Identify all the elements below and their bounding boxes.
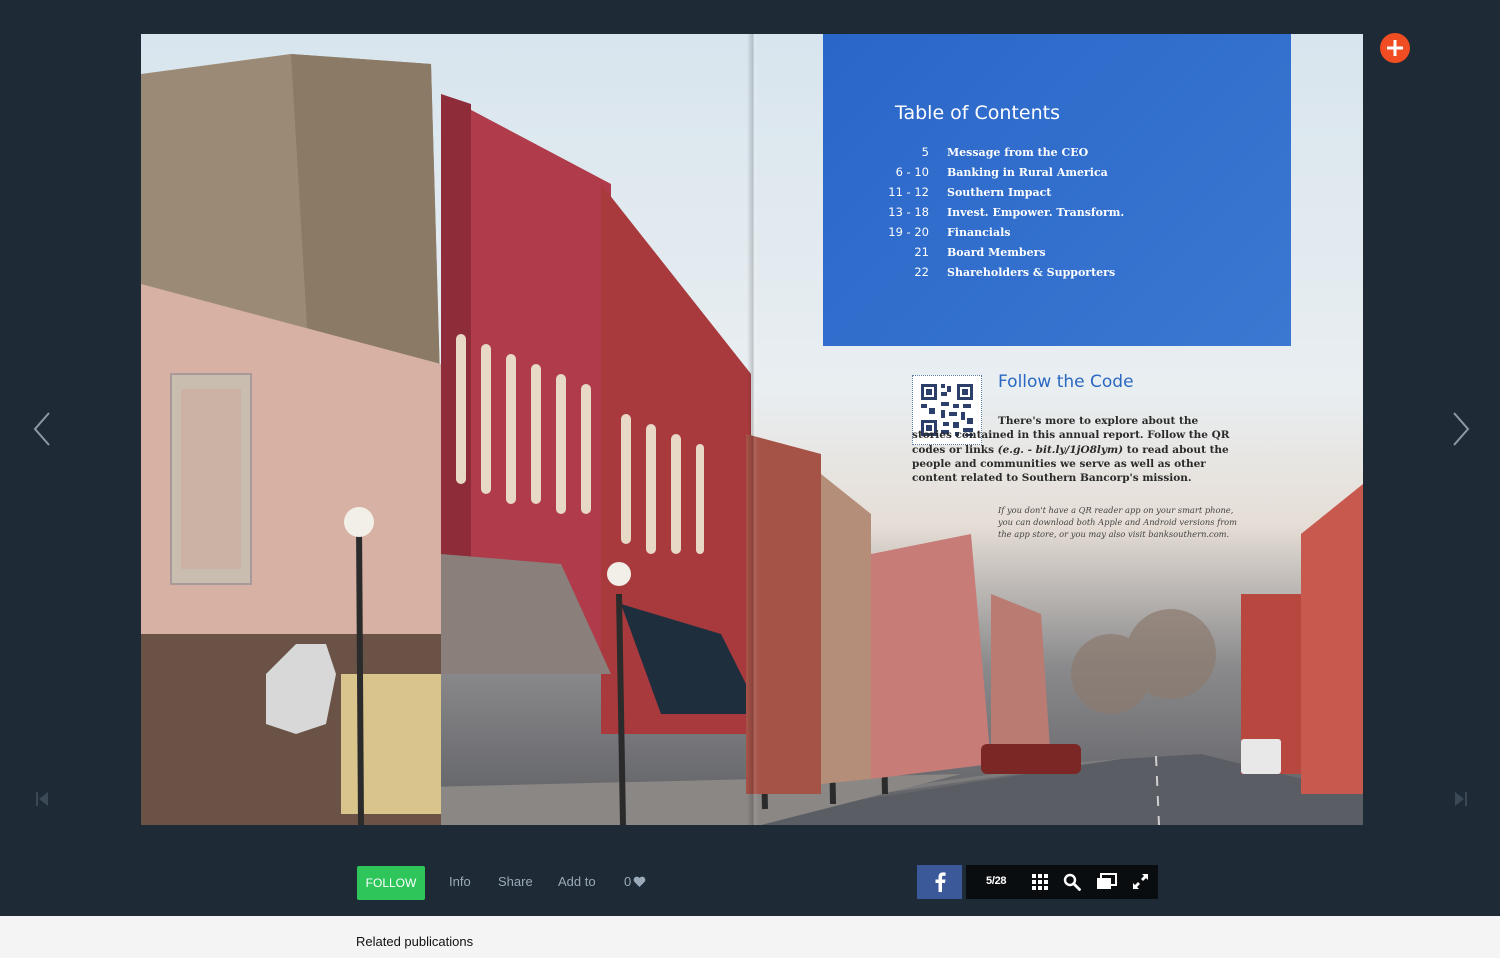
like-count: 0 xyxy=(624,874,632,889)
follow-button[interactable]: FOLLOW xyxy=(357,866,425,900)
add-to-link[interactable]: Add to xyxy=(558,874,596,889)
toc-item-label: Invest. Empower. Transform. xyxy=(947,205,1125,219)
toc-item-page: 22 xyxy=(914,265,929,279)
toc-item-label: Shareholders & Supporters xyxy=(947,265,1116,279)
qr-reader-note: If you don't have a QR reader app on you… xyxy=(998,505,1238,539)
info-link[interactable]: Info xyxy=(449,874,471,889)
follow-code-body: There's more to explore about the storie… xyxy=(912,414,1237,485)
toc-item-label: Southern Impact xyxy=(947,185,1052,199)
toc-title: Table of Contents xyxy=(895,102,1060,124)
chevron-left-icon[interactable] xyxy=(33,412,51,446)
toc-panel: Table of Contents 5 Message from the CEO 6… xyxy=(823,34,1291,346)
reader-controls: 5/28 xyxy=(966,865,1158,899)
toc-item[interactable]: 11 - 12 Southern Impact xyxy=(863,182,1283,202)
follow-code-title: Follow the Code xyxy=(998,372,1134,392)
plus-icon xyxy=(1387,40,1403,56)
skip-last-icon[interactable] xyxy=(1455,792,1467,806)
toc-item[interactable]: 22 Shareholders & Supporters xyxy=(863,262,1283,282)
toc-item[interactable]: 5 Message from the CEO xyxy=(863,142,1283,162)
skip-first-icon[interactable] xyxy=(36,792,48,806)
toc-item-label: Financials xyxy=(947,225,1011,239)
toc-item-label: Banking in Rural America xyxy=(947,165,1108,179)
page-indicator[interactable]: 5/28 xyxy=(986,875,1007,887)
heart-icon xyxy=(633,876,646,887)
chevron-right-icon[interactable] xyxy=(1452,412,1470,446)
toc-item-page: 19 - 20 xyxy=(888,225,929,239)
follow-code-link-example: (e.g. - bit.ly/1jO8lym) xyxy=(997,443,1124,456)
facebook-share-button[interactable] xyxy=(917,865,962,899)
toc-item-label: Message from the CEO xyxy=(947,145,1089,159)
search-icon[interactable] xyxy=(1063,873,1081,891)
fullscreen-icon[interactable] xyxy=(1132,873,1149,890)
toc-item-page: 11 - 12 xyxy=(888,185,929,199)
toc-item-page: 21 xyxy=(914,245,929,259)
toc-item-page: 6 - 10 xyxy=(895,165,929,179)
toc-item[interactable]: 19 - 20 Financials xyxy=(863,222,1283,242)
screens-icon[interactable] xyxy=(1096,873,1117,891)
grid-icon[interactable] xyxy=(1031,873,1049,891)
toc-item-label: Board Members xyxy=(947,245,1046,259)
publication-spread[interactable]: Table of Contents 5 Message from the CEO 6… xyxy=(141,34,1363,825)
related-title: Related publications xyxy=(356,934,474,949)
like-button[interactable]: 0 xyxy=(624,874,646,889)
page-gutter xyxy=(747,34,759,825)
facebook-icon xyxy=(935,872,946,892)
share-link[interactable]: Share xyxy=(498,874,533,889)
toc-list: 5 Message from the CEO 6 - 10 Banking in Ru… xyxy=(863,142,1283,282)
related-section: Related publications xyxy=(0,916,1500,958)
toc-item[interactable]: 13 - 18 Invest. Empower. Transform. xyxy=(863,202,1283,222)
add-button[interactable] xyxy=(1380,33,1410,63)
toc-item-page: 5 xyxy=(921,145,929,159)
toc-item[interactable]: 6 - 10 Banking in Rural America xyxy=(863,162,1283,182)
toc-item-page: 13 - 18 xyxy=(888,205,929,219)
toc-item[interactable]: 21 Board Members xyxy=(863,242,1283,262)
